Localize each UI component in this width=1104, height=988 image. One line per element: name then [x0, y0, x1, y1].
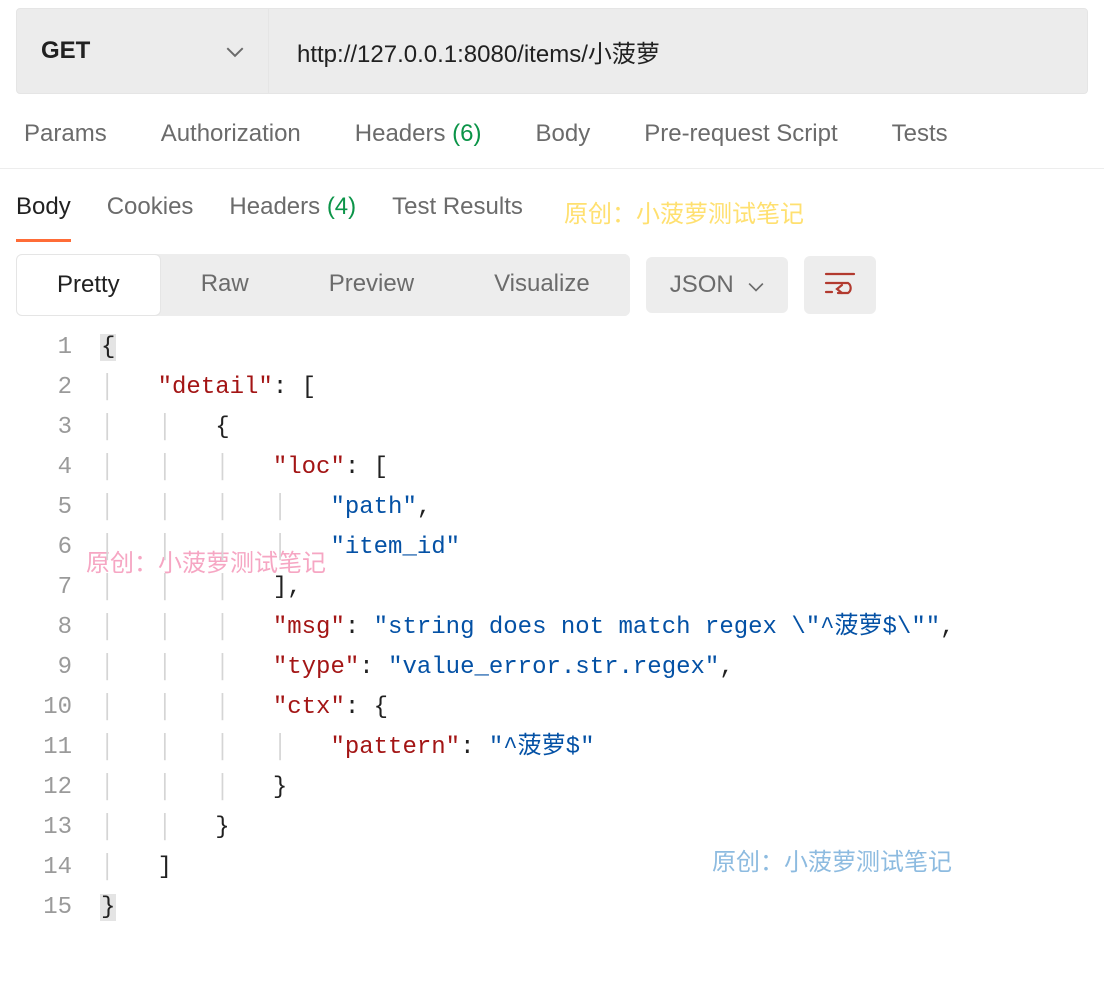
- chevron-down-icon: [748, 271, 764, 299]
- code-line: 10│ │ │ "ctx": {: [0, 688, 1104, 728]
- code-line: 15}: [0, 888, 1104, 928]
- resp-tab-body[interactable]: Body: [16, 193, 71, 242]
- request-bar: GET: [16, 8, 1088, 94]
- code-line: 4│ │ │ "loc": [: [0, 448, 1104, 488]
- tab-params[interactable]: Params: [24, 120, 107, 148]
- response-toolbar: Pretty Raw Preview Visualize JSON: [0, 242, 1104, 322]
- tab-tests[interactable]: Tests: [892, 120, 948, 148]
- code-line: 12│ │ │ }: [0, 768, 1104, 808]
- view-pretty[interactable]: Pretty: [16, 254, 161, 316]
- format-select[interactable]: JSON: [646, 257, 788, 313]
- wrap-icon: [824, 270, 856, 301]
- tab-headers[interactable]: Headers (6): [355, 120, 482, 148]
- code-line: 7│ │ │ ],: [0, 568, 1104, 608]
- code-line: 2│ "detail": [: [0, 368, 1104, 408]
- code-line: 9│ │ │ "type": "value_error.str.regex",: [0, 648, 1104, 688]
- code-line: 3│ │ {: [0, 408, 1104, 448]
- chevron-down-icon: [226, 37, 244, 65]
- view-mode-group: Pretty Raw Preview Visualize: [16, 254, 630, 316]
- response-body[interactable]: 1{ 2│ "detail": [ 3│ │ { 4│ │ │ "loc": […: [0, 322, 1104, 948]
- tab-authorization[interactable]: Authorization: [161, 120, 301, 148]
- request-tabs: Params Authorization Headers (6) Body Pr…: [0, 94, 1104, 169]
- tab-body[interactable]: Body: [536, 120, 591, 148]
- http-method-label: GET: [41, 37, 90, 65]
- tab-headers-label: Headers: [355, 120, 452, 147]
- view-visualize[interactable]: Visualize: [454, 254, 630, 316]
- code-line: 13│ │ }: [0, 808, 1104, 848]
- code-line: 11│ │ │ │ "pattern": "^菠萝$": [0, 728, 1104, 768]
- wrap-lines-button[interactable]: [804, 256, 876, 314]
- response-tabs: Body Cookies Headers (4) Test Results: [0, 169, 1104, 242]
- resp-tab-test-results[interactable]: Test Results: [392, 193, 523, 242]
- code-line: 14│ ]: [0, 848, 1104, 888]
- view-preview[interactable]: Preview: [289, 254, 454, 316]
- resp-tab-cookies[interactable]: Cookies: [107, 193, 194, 242]
- resp-tab-headers-count: (4): [327, 193, 356, 220]
- code-line: 1{: [0, 328, 1104, 368]
- tab-prerequest[interactable]: Pre-request Script: [644, 120, 837, 148]
- code-line: 8│ │ │ "msg": "string does not match reg…: [0, 608, 1104, 648]
- request-url-input[interactable]: [269, 9, 1087, 93]
- view-raw[interactable]: Raw: [161, 254, 289, 316]
- http-method-select[interactable]: GET: [17, 9, 269, 93]
- resp-tab-headers[interactable]: Headers (4): [229, 193, 356, 242]
- format-select-label: JSON: [670, 271, 734, 299]
- resp-tab-headers-label: Headers: [229, 193, 326, 220]
- code-line: 5│ │ │ │ "path",: [0, 488, 1104, 528]
- code-line: 6│ │ │ │ "item_id": [0, 528, 1104, 568]
- tab-headers-count: (6): [452, 120, 481, 147]
